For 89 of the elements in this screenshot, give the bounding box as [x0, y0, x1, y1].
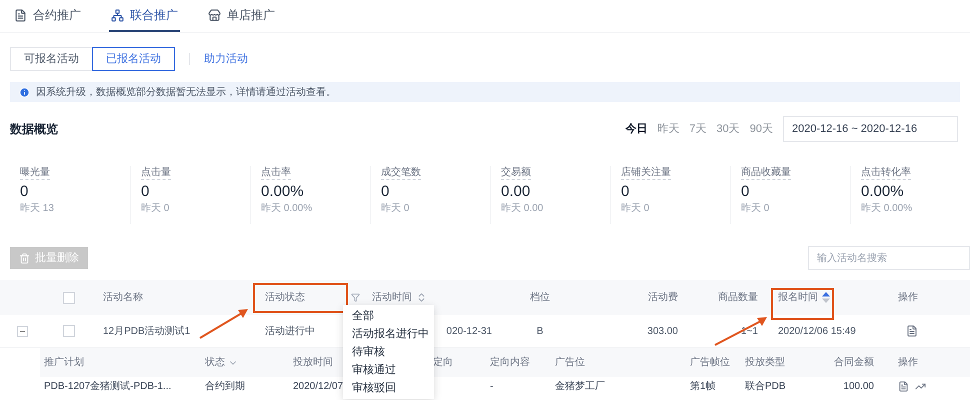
metric-value: 0 [141, 182, 150, 202]
column-header: 状态 [205, 356, 225, 370]
arrow [713, 315, 769, 347]
table-cell-text: 2020/12/07 [293, 380, 344, 394]
metric-value: 0 [621, 182, 630, 202]
menu-item[interactable]: 活动报名进行中 [343, 325, 434, 343]
column-header: 定向 [433, 356, 453, 370]
sub-tab-link[interactable]: 助力活动 [204, 50, 248, 68]
arrow [198, 306, 250, 340]
metric-label: 曝光量 [20, 166, 50, 180]
column-header: 定向内容 [490, 356, 530, 370]
table-cell-text: 合约到期 [205, 380, 245, 394]
metric-yesterday: 昨天 0 [621, 202, 650, 216]
sort-icon[interactable] [416, 292, 427, 303]
network-icon [111, 8, 124, 22]
metric-yesterday: 昨天 13 [20, 202, 55, 216]
store-icon [208, 8, 221, 22]
column-header: 活动费 [648, 290, 678, 305]
table-cell-text: B [536, 324, 544, 338]
metric-label: 点击率 [261, 166, 291, 180]
metric-label: 店铺关注量 [621, 166, 671, 180]
sub-tab[interactable]: 已报名活动 [92, 47, 175, 71]
column-header: 广告位 [555, 356, 585, 370]
section-title: 数据概览 [10, 121, 58, 138]
column-header: 投放时间 [293, 356, 333, 370]
range-option[interactable]: 今日 [625, 120, 648, 138]
column-header: 推广计划 [44, 356, 84, 370]
metric-value: 0 [741, 182, 750, 202]
table-cell-text: 2020/12/06 15:49 [778, 324, 856, 338]
detail-icon[interactable] [906, 325, 918, 337]
menu-item[interactable]: 全部 [343, 307, 434, 325]
notice-text: 因系统升级，数据概览部分数据暂无法显示，详情请通过活动查看。 [36, 86, 336, 100]
table-cell-text: - [490, 380, 494, 394]
highlight-frame [771, 288, 834, 320]
column-header: 操作 [898, 356, 918, 370]
table-cell-text: 第1帧 [690, 380, 716, 394]
metric-value: 0.00% [861, 182, 905, 202]
metric-yesterday: 昨天 0.00% [261, 202, 314, 216]
metric-yesterday: 昨天 0 [741, 202, 770, 216]
tab[interactable]: 单店推广 [206, 0, 277, 32]
sub-tab[interactable]: 可报名活动 [10, 47, 93, 71]
column-header: 投放类型 [745, 356, 785, 370]
date-range-field[interactable]: 2020-12-16 ~ 2020-12-16 [783, 116, 958, 142]
document-icon [14, 8, 27, 22]
metric-value: 0 [20, 182, 30, 202]
column-header: 操作 [898, 291, 918, 305]
search-field[interactable]: 输入活动名搜索 [808, 246, 970, 270]
metric-value: 0.00% [261, 182, 305, 202]
table-cell-text: 100.00 [843, 380, 874, 394]
metric-value: 0 [381, 182, 390, 202]
column-header: 商品数量 [718, 290, 758, 305]
chart-icon[interactable] [915, 381, 926, 392]
filter-icon[interactable] [351, 293, 360, 302]
tab[interactable]: 合约推广 [12, 0, 83, 32]
column-header: 广告帧位 [690, 356, 730, 370]
row-checkbox[interactable] [63, 325, 75, 337]
sort-ascending-icon[interactable] [822, 292, 830, 303]
trash-icon [19, 252, 30, 264]
menu-item[interactable]: 审核通过 [343, 361, 434, 379]
column-header: 活动时间 [372, 290, 412, 305]
metric-label: 商品收藏量 [741, 166, 791, 180]
collapse-toggle[interactable] [17, 326, 28, 336]
column-header: 活动状态 [265, 290, 305, 305]
metric-label: 成交笔数 [381, 166, 421, 180]
column-header: 活动名称 [103, 291, 143, 305]
metric-label: 点击转化率 [861, 166, 911, 180]
table-cell-text: 12月PDB活动测试1 [103, 324, 190, 338]
table-cell-text: 金猪梦工厂 [555, 380, 605, 394]
detail-icon[interactable] [898, 381, 909, 392]
metric-yesterday: 昨天 0 [381, 202, 410, 216]
table-cell-text: 联合PDB [745, 380, 786, 394]
metric-yesterday: 昨天 0.00% [861, 202, 914, 216]
metric-value: 0.00 [501, 182, 532, 202]
column-header: 合同金额 [834, 356, 874, 370]
column-header: 档位 [530, 290, 550, 305]
metric-yesterday: 昨天 0.00 [501, 202, 544, 216]
metric-label: 点击量 [141, 166, 171, 180]
metric-yesterday: 昨天 0 [141, 202, 170, 216]
table-cell-text: PDB-1207金猪测试-PDB-1... [44, 380, 172, 394]
menu-item[interactable]: 待审核 [343, 343, 434, 361]
metric-label: 交易额 [501, 166, 531, 180]
select-all-checkbox[interactable] [63, 292, 75, 304]
table-cell-text: 020-12-31 [446, 324, 492, 338]
table-cell-text: 303.00 [647, 324, 678, 338]
column-header: 报名时间 [778, 290, 818, 305]
info-icon [19, 86, 30, 98]
menu-item[interactable]: 审核驳回 [343, 379, 434, 397]
table-cell-text: 活动进行中 [265, 324, 315, 338]
tab[interactable]: 联合推广 [109, 0, 180, 32]
